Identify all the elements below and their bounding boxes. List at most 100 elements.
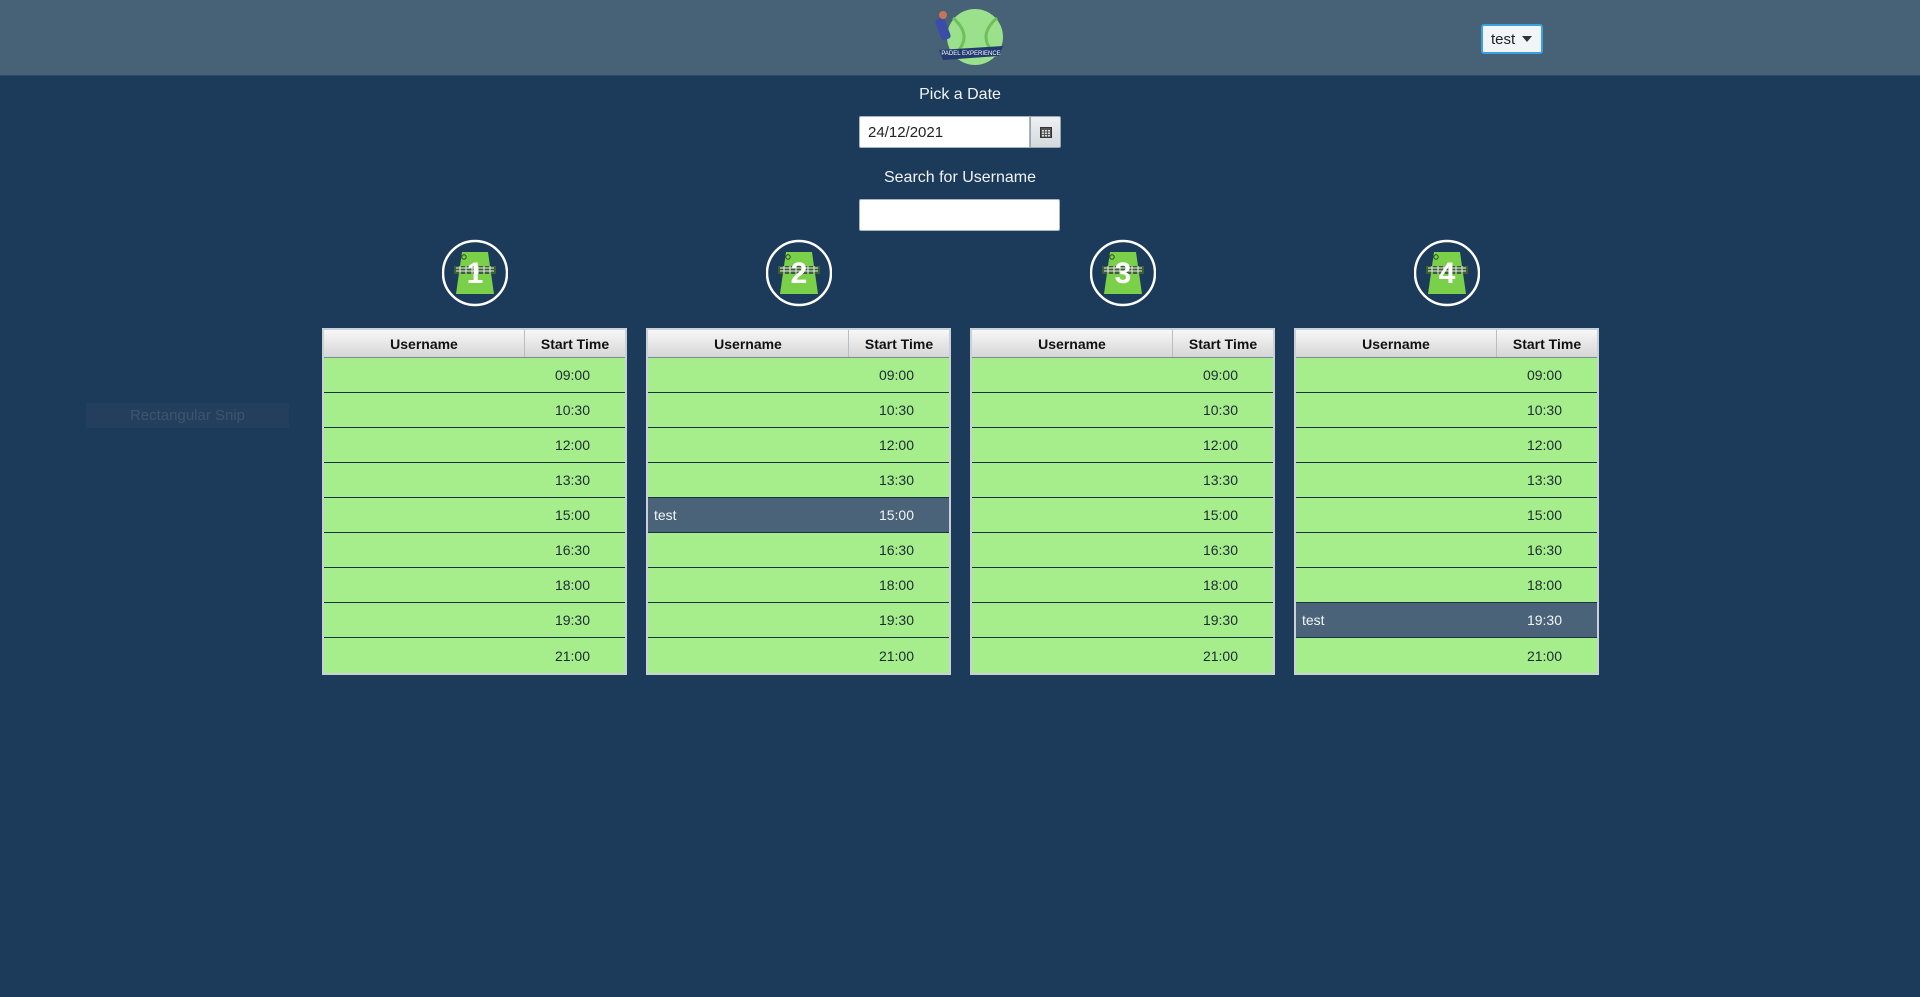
table-row[interactable]: 18:00 (324, 568, 625, 603)
rectangular-snip-overlay: Rectangular Snip (86, 403, 289, 428)
table-row[interactable]: 13:30 (1296, 463, 1597, 498)
table-row[interactable]: 16:30 (324, 533, 625, 568)
start-time-cell: 09:00 (1526, 367, 1562, 383)
table-row[interactable]: 15:00 (972, 498, 1273, 533)
start-time-cell: 13:30 (554, 472, 590, 488)
table-row[interactable]: 21:00 (1296, 638, 1597, 673)
start-time-cell: 16:30 (1526, 542, 1562, 558)
username-cell (972, 568, 1172, 602)
table-row[interactable]: 19:30 (648, 603, 949, 638)
table-row[interactable]: 12:00 (648, 428, 949, 463)
start-time-cell: 10:30 (878, 402, 914, 418)
start-time-cell: 09:00 (1202, 367, 1238, 383)
start-time-cell: 19:30 (1202, 612, 1238, 628)
table-row[interactable]: 21:00 (648, 638, 949, 673)
table-row[interactable]: 16:30 (648, 533, 949, 568)
table-row[interactable]: 16:30 (972, 533, 1273, 568)
username-cell (648, 393, 848, 427)
start-time-cell: 16:30 (878, 542, 914, 558)
start-time-cell: 09:00 (878, 367, 914, 383)
table-row[interactable]: 12:00 (972, 428, 1273, 463)
username-cell (324, 638, 524, 673)
start-time-cell: 12:00 (878, 437, 914, 453)
table-row[interactable]: 10:30 (324, 393, 625, 428)
table-row[interactable]: 12:00 (1296, 428, 1597, 463)
date-field[interactable] (859, 116, 1030, 148)
username-cell (324, 463, 524, 497)
column-header-username[interactable]: Username (324, 330, 525, 357)
court-icon: 2 (766, 239, 832, 307)
user-menu-button[interactable]: test (1481, 24, 1543, 54)
court-number: 1 (467, 257, 484, 290)
start-time-cell: 18:00 (1202, 577, 1238, 593)
court-icon: 4 (1414, 239, 1480, 307)
username-cell (972, 638, 1172, 673)
court-booking-table: Username Start Time 09:00 10:30 12:00 13… (1294, 328, 1599, 675)
table-row[interactable]: test 15:00 (648, 498, 949, 533)
table-row[interactable]: 10:30 (648, 393, 949, 428)
column-header-username[interactable]: Username (648, 330, 849, 357)
start-time-cell: 09:00 (554, 367, 590, 383)
table-row[interactable]: 09:00 (1296, 358, 1597, 393)
table-row[interactable]: 16:30 (1296, 533, 1597, 568)
table-row[interactable]: 09:00 (324, 358, 625, 393)
username-cell (324, 568, 524, 602)
table-row[interactable]: 18:00 (1296, 568, 1597, 603)
calendar-button[interactable] (1030, 116, 1061, 148)
username-cell (972, 393, 1172, 427)
table-row[interactable]: 21:00 (972, 638, 1273, 673)
table-row[interactable]: 13:30 (324, 463, 625, 498)
start-time-cell: 18:00 (554, 577, 590, 593)
table-row[interactable]: 19:30 (972, 603, 1273, 638)
column-header-start-time[interactable]: Start Time (1173, 330, 1273, 357)
column-header-start-time[interactable]: Start Time (525, 330, 625, 357)
username-cell (324, 533, 524, 567)
table-row[interactable]: 13:30 (648, 463, 949, 498)
username-cell (1296, 463, 1496, 497)
start-time-cell: 21:00 (878, 647, 914, 664)
column-header-username[interactable]: Username (1296, 330, 1497, 357)
table-row[interactable]: 09:00 (972, 358, 1273, 393)
username-cell (324, 498, 524, 532)
start-time-cell: 15:00 (1526, 507, 1562, 523)
table-row[interactable]: 10:30 (1296, 393, 1597, 428)
username-cell (972, 428, 1172, 462)
table-row[interactable]: 10:30 (972, 393, 1273, 428)
start-time-cell: 10:30 (554, 402, 590, 418)
start-time-cell: 13:30 (1526, 472, 1562, 488)
username-cell (648, 533, 848, 567)
username-cell (972, 533, 1172, 567)
start-time-cell: 10:30 (1202, 402, 1238, 418)
username-cell (324, 358, 524, 392)
username-cell (1296, 568, 1496, 602)
table-row[interactable]: 21:00 (324, 638, 625, 673)
column-header-start-time[interactable]: Start Time (1497, 330, 1597, 357)
table-row[interactable]: 09:00 (648, 358, 949, 393)
username-cell (1296, 533, 1496, 567)
table-row[interactable]: 12:00 (324, 428, 625, 463)
start-time-cell: 21:00 (1202, 647, 1238, 664)
username-cell (1296, 498, 1496, 532)
table-row[interactable]: 18:00 (648, 568, 949, 603)
date-picker (859, 116, 1061, 148)
start-time-cell: 16:30 (554, 542, 590, 558)
table-row[interactable]: 18:00 (972, 568, 1273, 603)
table-header: Username Start Time (972, 330, 1273, 358)
username-cell (324, 428, 524, 462)
column-header-username[interactable]: Username (972, 330, 1173, 357)
column-header-start-time[interactable]: Start Time (849, 330, 949, 357)
table-row[interactable]: 15:00 (1296, 498, 1597, 533)
start-time-cell: 19:30 (554, 612, 590, 628)
username-cell (972, 498, 1172, 532)
court-number: 3 (1115, 257, 1132, 290)
table-header: Username Start Time (324, 330, 625, 358)
username-cell (1296, 638, 1496, 673)
table-row[interactable]: test 19:30 (1296, 603, 1597, 638)
table-row[interactable]: 13:30 (972, 463, 1273, 498)
search-username-input[interactable] (859, 199, 1060, 231)
table-row[interactable]: 19:30 (324, 603, 625, 638)
court-booking-table: Username Start Time 09:00 10:30 12:00 13… (322, 328, 627, 675)
start-time-cell: 15:00 (878, 507, 914, 523)
court-number: 2 (791, 257, 808, 290)
table-row[interactable]: 15:00 (324, 498, 625, 533)
